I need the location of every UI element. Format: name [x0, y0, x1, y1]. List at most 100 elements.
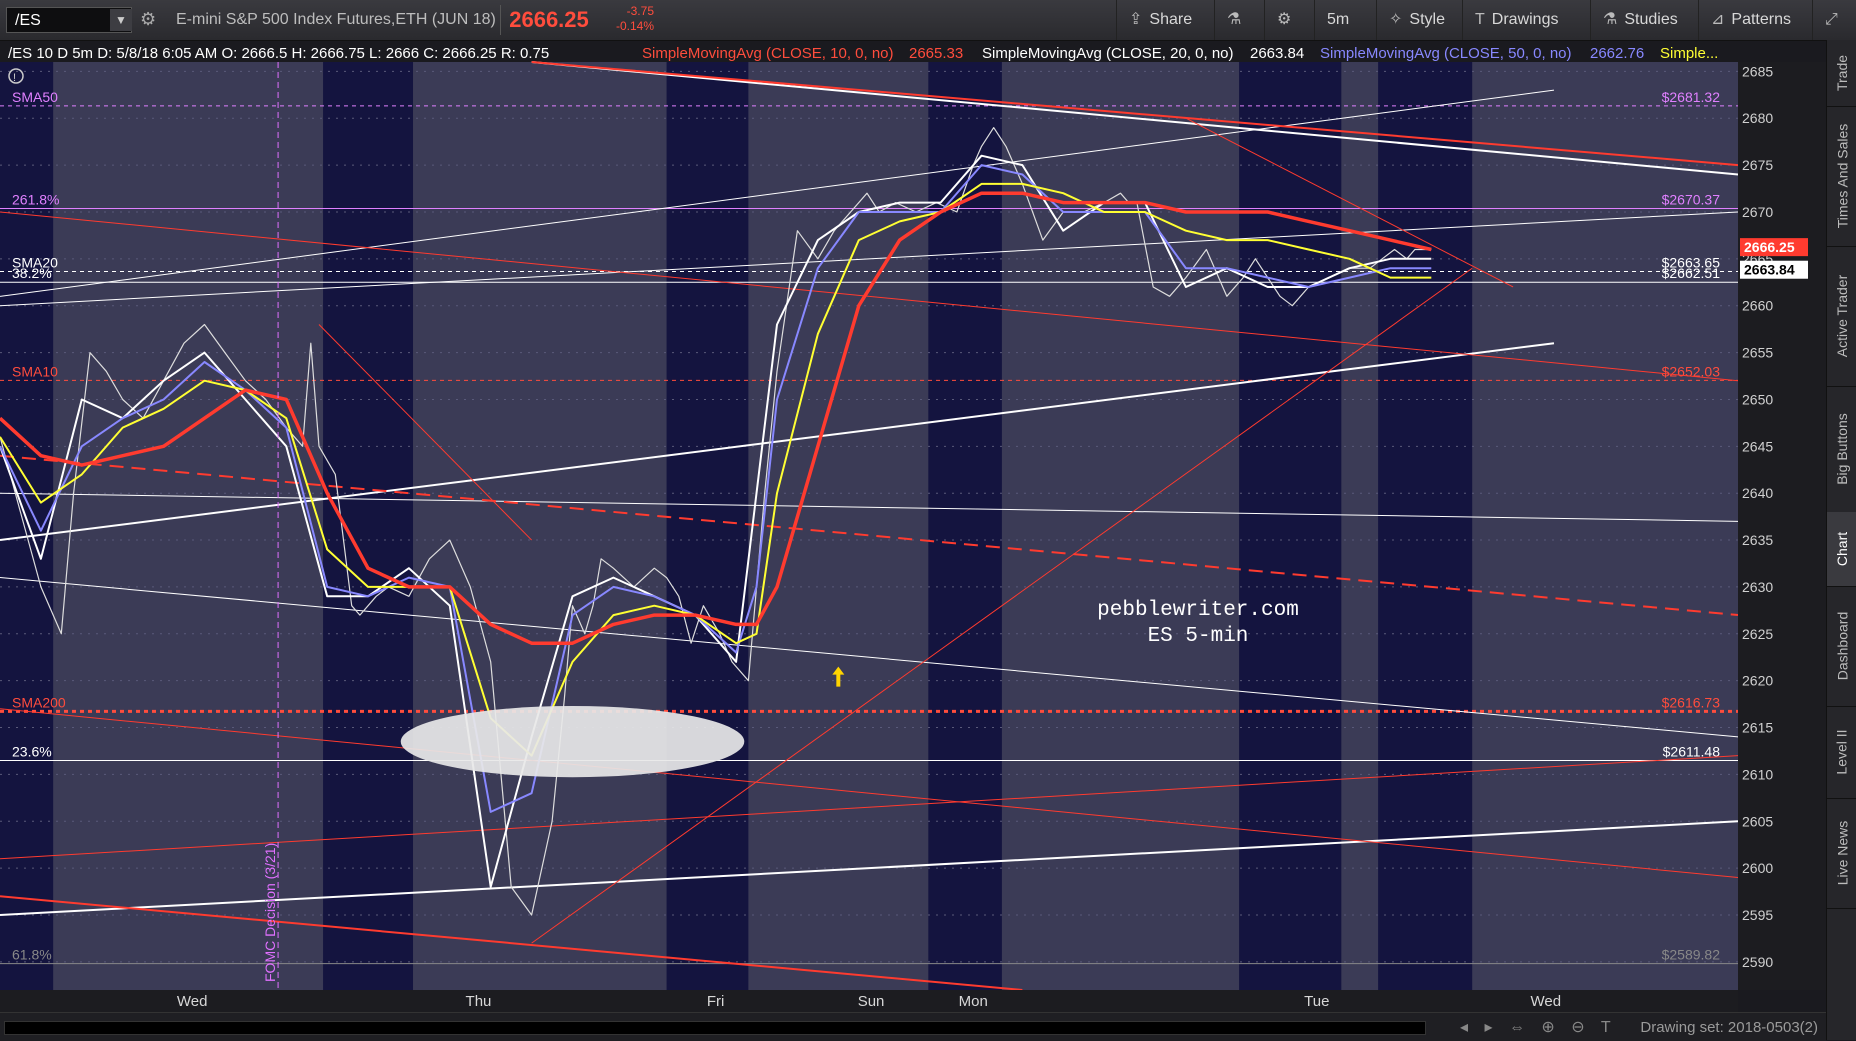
chart-settings-button[interactable]: ⚙	[1264, 0, 1308, 40]
text-tool-icon: T	[1475, 11, 1485, 28]
price-tick-label: 2600	[1742, 860, 1773, 876]
symbol-dropdown-icon[interactable]: ▼	[110, 9, 132, 31]
price-tick-label: 2605	[1742, 813, 1773, 829]
right-sidebar: Trade Times And Sales Active Trader Big …	[1826, 40, 1856, 1040]
plot-background	[0, 62, 1738, 990]
price-tick-label: 2655	[1742, 345, 1773, 361]
price-tick-label: 2650	[1742, 391, 1773, 407]
price-tick-label: 2625	[1742, 626, 1773, 642]
session-background	[0, 62, 1738, 990]
drawing-set-label[interactable]: Drawing set: 2018-0503(2)	[1640, 1019, 1818, 1036]
day-label: Tue	[1304, 993, 1329, 1010]
legend-sma20-value: 2663.84	[1250, 45, 1304, 62]
legend-sma20: SimpleMovingAvg (CLOSE, 20, 0, no)	[982, 45, 1234, 62]
watermark-line1: pebblewriter.com	[1097, 599, 1299, 622]
price-tick-label: 2645	[1742, 438, 1773, 454]
rail-tab-level-ii[interactable]: Level II	[1827, 706, 1856, 799]
scroll-left-icon[interactable]: ◂	[1460, 1019, 1468, 1036]
zoom-out-icon[interactable]: ⊖	[1571, 1019, 1584, 1036]
level-value: $2662.51	[1662, 265, 1721, 281]
level-label: SMA10	[12, 363, 58, 379]
session-band	[1239, 62, 1342, 990]
patterns-icon: ⊿	[1711, 11, 1725, 28]
chart-header-info: /ES 10 D 5m D: 5/8/18 6:05 AM O: 2666.5 …	[8, 45, 549, 62]
instrument-description: E-mini S&P 500 Index Futures,ETH (JUN 18…	[176, 11, 496, 28]
flask-icon: ⚗	[1227, 11, 1242, 28]
price-tick-label: 2595	[1742, 907, 1773, 923]
legend-sma50: SimpleMovingAvg (CLOSE, 50, 0, no)	[1320, 45, 1572, 62]
share-icon: ⇪	[1129, 11, 1143, 28]
top-toolbar: /ES ▼ ⚙ E-mini S&P 500 Index Futures,ETH…	[0, 0, 1856, 41]
style-icon: ✧	[1389, 11, 1403, 28]
chart-area[interactable]: SMA50 $2681.32 261.8% $2670.37 SMA20 $2663.65…	[0, 40, 1826, 1012]
change-percent: -0.14%	[615, 19, 654, 33]
rail-tab-times-and-sales[interactable]: Times And Sales	[1827, 106, 1856, 247]
flask-button[interactable]: ⚗	[1214, 0, 1258, 40]
legend-sma10-value: 2665.33	[909, 45, 963, 62]
price-flag-label: 2666.25	[1744, 239, 1795, 255]
session-band	[323, 62, 414, 990]
price-axis: 2590 2595 2600 2605 2610 2615 2620 2625 2630 2635…	[1738, 62, 1826, 990]
gear-icon: ⚙	[1277, 11, 1292, 28]
time-axis: Wed Thu Fri Sun Mon Tue Wed	[0, 990, 1738, 1012]
drag-icon[interactable]: ⇔	[1509, 1019, 1525, 1036]
price-tick-label: 2640	[1742, 485, 1773, 501]
session-band	[666, 62, 749, 990]
level-value: $2652.03	[1662, 363, 1721, 379]
level-value: $2670.37	[1662, 192, 1721, 208]
drawings-button[interactable]: T Drawings	[1462, 0, 1588, 40]
change-value: -3.75	[626, 4, 654, 18]
bottom-bar: ◂ ▸ ⇔ ⊕ ⊖ T Drawing set: 2018-0503(2)	[0, 1012, 1826, 1041]
price-tick-label: 2610	[1742, 766, 1773, 782]
price-tick-label: 2670	[1742, 204, 1773, 220]
style-button[interactable]: ✧ Style	[1376, 0, 1468, 40]
rail-tab-live-news[interactable]: Live News	[1827, 798, 1856, 909]
crosshair-icon[interactable]: ⊕	[1541, 1019, 1554, 1036]
level-value: $2589.82	[1662, 947, 1721, 963]
level-label: 261.8%	[12, 192, 59, 208]
price-tick-label: 2635	[1742, 532, 1773, 548]
price-axis-bg	[1738, 62, 1826, 990]
day-label: Wed	[1531, 993, 1562, 1010]
day-label: Wed	[177, 993, 208, 1010]
day-label: Fri	[707, 993, 725, 1010]
symbol-settings-icon[interactable]: ⚙	[140, 9, 156, 30]
level-label: 23.6%	[12, 744, 52, 760]
day-label: Sun	[858, 993, 885, 1010]
level-label: SMA200	[12, 694, 66, 710]
level-label: 61.8%	[12, 947, 52, 963]
price-tick-label: 2675	[1742, 157, 1773, 173]
level-label: 38.2%	[12, 265, 52, 281]
expand-icon: ⤢	[1825, 11, 1838, 28]
price-chart[interactable]: SMA50 $2681.32261.8% $2670.37SMA20 $2663.65…	[0, 40, 1826, 1012]
price-tick-label: 2630	[1742, 579, 1773, 595]
price-flag-label: 2663.84	[1744, 262, 1795, 278]
fullscreen-button[interactable]: ⤢	[1812, 0, 1856, 40]
price-tick-label: 2620	[1742, 673, 1773, 689]
studies-button[interactable]: ⚗ Studies	[1590, 0, 1696, 40]
price-tick-label: 2590	[1742, 954, 1773, 970]
time-scrollbar[interactable]	[4, 1021, 1426, 1035]
alert-icon-glyph: !	[13, 72, 16, 84]
share-button[interactable]: ⇪ Share	[1116, 0, 1208, 40]
rail-tab-big-buttons[interactable]: Big Buttons	[1827, 386, 1856, 513]
chart-nav-controls: ◂ ▸ ⇔ ⊕ ⊖ T	[1460, 1017, 1623, 1037]
support-ellipse	[400, 705, 745, 778]
level-label: SMA50	[12, 89, 58, 105]
rail-tab-trade[interactable]: Trade	[1827, 40, 1856, 107]
studies-icon: ⚗	[1603, 11, 1618, 28]
price-tick-label: 2680	[1742, 110, 1773, 126]
rail-tab-active-trader[interactable]: Active Trader	[1827, 246, 1856, 387]
scroll-right-icon[interactable]: ▸	[1484, 1019, 1492, 1036]
patterns-button[interactable]: ⊿ Patterns	[1698, 0, 1810, 40]
text-tool-icon[interactable]: T	[1601, 1019, 1611, 1036]
rail-tab-dashboard[interactable]: Dashboard	[1827, 586, 1856, 707]
interval-button[interactable]: 5m	[1314, 0, 1370, 40]
rail-tab-chart[interactable]: Chart	[1827, 512, 1856, 587]
price-tick-label: 2615	[1742, 720, 1773, 736]
price-tick-label: 2685	[1742, 63, 1773, 79]
legend-sma50-value: 2662.76	[1590, 45, 1644, 62]
price-change: -3.75 -0.14%	[600, 4, 654, 34]
price-tick-label: 2660	[1742, 298, 1773, 314]
last-price: 2666.25	[500, 5, 597, 35]
